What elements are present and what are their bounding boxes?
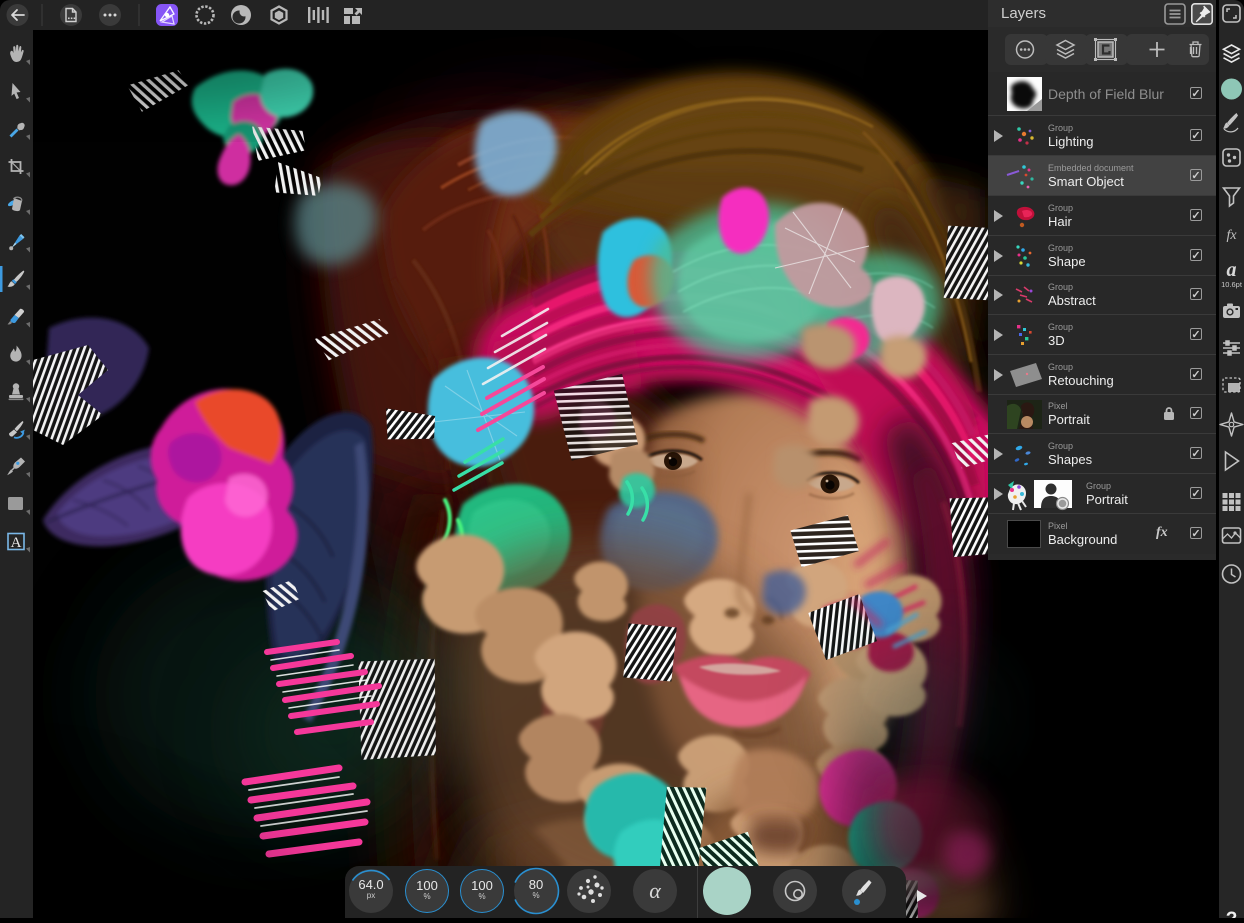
svg-text:?: ? — [1226, 909, 1238, 918]
svg-text:fx: fx — [1226, 228, 1237, 243]
svg-text:10.6pt: 10.6pt — [1221, 280, 1243, 289]
svg-text:α: α — [649, 878, 661, 903]
svg-text:A: A — [11, 535, 22, 551]
svg-text:a: a — [1227, 259, 1237, 281]
